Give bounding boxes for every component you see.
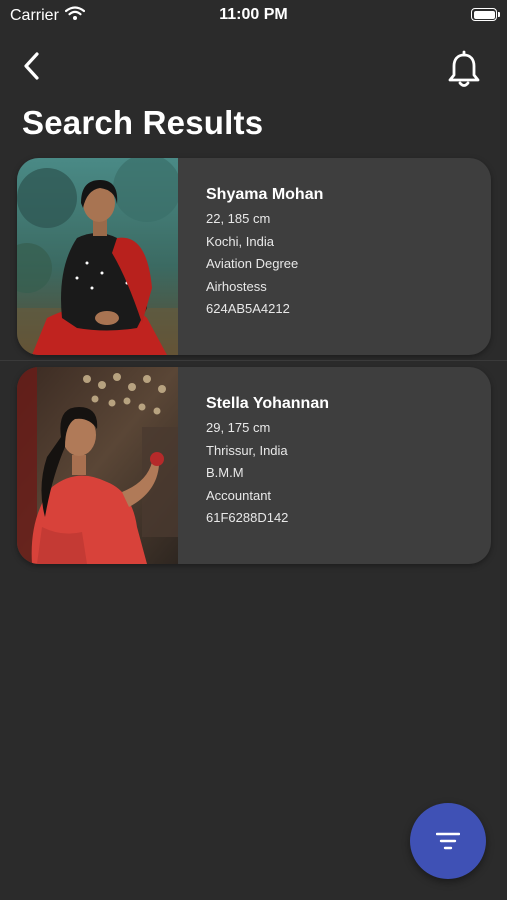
- profile-photo: [17, 158, 178, 355]
- profile-id: 61F6288D142: [206, 510, 289, 525]
- chevron-left-icon: [24, 52, 39, 80]
- profile-card[interactable]: Shyama Mohan 22, 185 cm Kochi, India Avi…: [17, 158, 491, 355]
- profile-education: B.M.M: [206, 465, 244, 480]
- page-title: Search Results: [22, 104, 264, 141]
- battery-icon: [471, 8, 500, 21]
- profile-name: Stella Yohannan: [206, 395, 329, 412]
- divider: [0, 360, 507, 361]
- profile-photo: [17, 367, 178, 564]
- profile-education: Aviation Degree: [206, 256, 299, 271]
- profile-age-height: 29, 175 cm: [206, 420, 271, 435]
- profile-info: Stella Yohannan 29, 175 cm Thrissur, Ind…: [206, 395, 329, 534]
- profile-profession: Accountant: [206, 487, 272, 503]
- profile-profession: Airhostess: [206, 278, 267, 294]
- profile-id: 624AB5A4212: [206, 301, 290, 316]
- bell-icon: [448, 50, 480, 87]
- filter-icon: [436, 832, 460, 850]
- status-bar: Carrier 11:00 PM: [0, 0, 507, 30]
- profile-info: Shyama Mohan 22, 185 cm Kochi, India Avi…: [206, 186, 323, 325]
- profile-card[interactable]: Stella Yohannan 29, 175 cm Thrissur, Ind…: [17, 367, 491, 564]
- profile-location: Thrissur, India: [206, 442, 288, 458]
- notifications-button[interactable]: [446, 50, 482, 90]
- profile-name: Shyama Mohan: [206, 186, 324, 203]
- back-button[interactable]: [18, 50, 48, 84]
- search-results-screen: Carrier 11:00 PM Search Results Shyama M…: [0, 0, 507, 900]
- profile-age-height: 22, 185 cm: [206, 211, 271, 226]
- status-time: 11:00 PM: [219, 6, 288, 23]
- filter-button[interactable]: [410, 803, 486, 879]
- profile-location: Kochi, India: [206, 233, 274, 249]
